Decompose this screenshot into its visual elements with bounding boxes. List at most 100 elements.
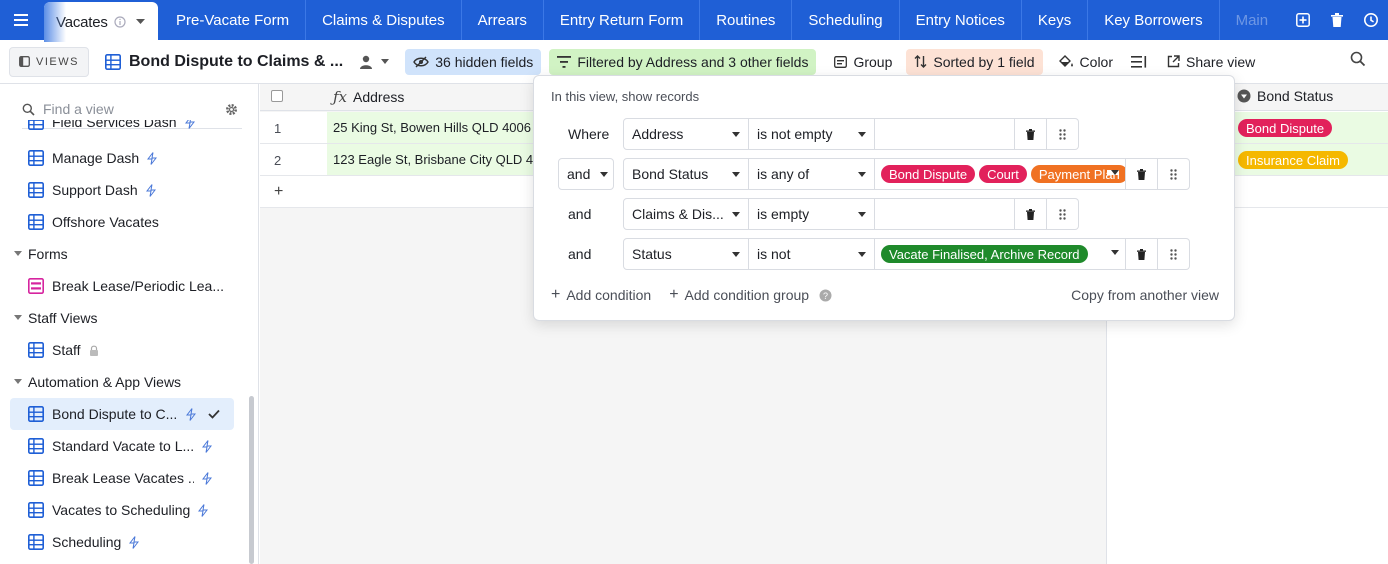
find-view-input[interactable]: Find a view xyxy=(43,101,217,117)
sidebar-item-support-dash[interactable]: Support Dash xyxy=(10,174,234,206)
sidebar-section-automation[interactable]: Automation & App Views xyxy=(14,366,181,398)
sidebar-item-label: Vacates to Scheduling xyxy=(52,502,191,518)
plus-icon: + xyxy=(551,286,561,303)
address-cell[interactable]: 25 King St, Bowen Hills QLD 4006 xyxy=(327,112,547,143)
view-name-button[interactable]: Bond Dispute to Claims & ... xyxy=(105,53,343,71)
trash-icon[interactable] xyxy=(1320,13,1354,27)
sidebar-item-label: Break Lease/Periodic Lea... xyxy=(52,278,224,294)
tab-overflow[interactable]: Main xyxy=(1220,0,1273,40)
value-input[interactable] xyxy=(875,198,1015,230)
column-header-address[interactable]: ƒx Address xyxy=(333,88,404,106)
grid-view-icon xyxy=(28,406,44,422)
field-select[interactable]: Claims & Dis... xyxy=(623,198,749,230)
find-view-search[interactable]: Find a view xyxy=(22,98,238,120)
sidebar-item-scheduling[interactable]: Scheduling xyxy=(10,526,234,558)
tab-key-borrowers[interactable]: Key Borrowers xyxy=(1088,0,1220,40)
info-icon[interactable] xyxy=(114,16,126,28)
delete-condition-button[interactable] xyxy=(1126,158,1158,190)
sort-button[interactable]: Sorted by 1 field xyxy=(906,48,1043,75)
column-header-bond-status[interactable]: Bond Status xyxy=(1237,88,1333,104)
grid-view-icon xyxy=(28,438,44,454)
color-button[interactable]: Color xyxy=(1051,49,1121,75)
drag-handle[interactable] xyxy=(1047,198,1079,230)
operator-select[interactable]: is empty xyxy=(749,198,875,230)
drag-handle[interactable] xyxy=(1047,118,1079,150)
sidebar-item-break-lease-vacates[interactable]: Break Lease Vacates ... xyxy=(10,462,234,494)
drag-handle-icon xyxy=(1059,128,1066,140)
hidden-eye-icon xyxy=(413,56,430,67)
lightning-icon xyxy=(147,151,158,165)
search-icon[interactable] xyxy=(1350,51,1366,67)
chevron-down-icon xyxy=(732,131,740,137)
add-table-icon[interactable] xyxy=(1286,13,1320,27)
filter-label: Filtered by Address and 3 other fields xyxy=(577,53,809,70)
sidebar-scrollbar[interactable] xyxy=(249,396,254,564)
add-condition-button[interactable]: + Add condition xyxy=(551,286,651,304)
chevron-down-icon[interactable] xyxy=(1107,170,1119,175)
operator-select[interactable]: is not xyxy=(749,238,875,270)
chevron-down-icon[interactable] xyxy=(1107,250,1119,255)
tab-vacates[interactable]: Vacates xyxy=(44,2,158,42)
sidebar-item-bond-dispute[interactable]: Bond Dispute to C... xyxy=(10,398,234,430)
drag-handle[interactable] xyxy=(1158,158,1190,190)
collaborator-view-button[interactable] xyxy=(359,55,390,69)
views-toggle-button[interactable]: VIEWS xyxy=(9,46,89,77)
sidebar-item-staff[interactable]: Staff xyxy=(10,334,234,366)
tab-entry-return-form[interactable]: Entry Return Form xyxy=(544,0,701,40)
menu-icon[interactable] xyxy=(0,0,44,40)
sidebar-section-forms[interactable]: Forms xyxy=(14,238,68,270)
address-cell[interactable]: 123 Eagle St, Brisbane City QLD 4000 xyxy=(327,144,547,175)
copy-from-view-button[interactable]: Copy from another view xyxy=(1071,287,1219,303)
filter-popover: In this view, show records Where Address… xyxy=(533,75,1235,321)
value-pill[interactable]: Bond Dispute xyxy=(881,165,976,183)
tab-routines[interactable]: Routines xyxy=(700,0,793,40)
sidebar-item-manage-dash[interactable]: Manage Dash xyxy=(10,142,234,174)
operator-select[interactable]: is not empty xyxy=(749,118,875,150)
value-multiselect[interactable]: Vacate Finalised, Archive Record xyxy=(875,238,1126,270)
sidebar-item-break-lease-form[interactable]: Break Lease/Periodic Lea... xyxy=(10,270,234,302)
conjunction-select[interactable]: and xyxy=(558,158,614,190)
value-pill[interactable]: Vacate Finalised, Archive Record xyxy=(881,245,1088,263)
delete-condition-button[interactable] xyxy=(1015,118,1047,150)
delete-condition-button[interactable] xyxy=(1015,198,1047,230)
sidebar-item-offshore-vacates[interactable]: Offshore Vacates xyxy=(10,206,234,238)
tab-pre-vacate-form[interactable]: Pre-Vacate Form xyxy=(160,0,307,40)
field-select[interactable]: Bond Status xyxy=(623,158,749,190)
tab-scheduling[interactable]: Scheduling xyxy=(792,0,900,40)
tab-arrears[interactable]: Arrears xyxy=(462,0,544,40)
sidebar-item-standard-vacate[interactable]: Standard Vacate to L... xyxy=(10,430,234,462)
add-condition-group-button[interactable]: + Add condition group ? xyxy=(669,286,832,304)
color-label: Color xyxy=(1079,53,1114,70)
value-input[interactable] xyxy=(875,118,1015,150)
hide-fields-button[interactable]: 36 hidden fields xyxy=(405,48,542,75)
share-view-button[interactable]: Share view xyxy=(1159,49,1263,75)
field-select[interactable]: Status xyxy=(623,238,749,270)
views-label: VIEWS xyxy=(36,55,79,68)
group-button[interactable]: Group xyxy=(826,49,900,75)
filter-footer: + Add condition + Add condition group ? … xyxy=(551,286,1219,304)
select-all-checkbox[interactable] xyxy=(271,90,283,102)
tab-keys[interactable]: Keys xyxy=(1022,0,1089,40)
sidebar-item-label: Manage Dash xyxy=(52,150,140,166)
help-icon[interactable]: ? xyxy=(819,289,832,302)
tab-entry-notices[interactable]: Entry Notices xyxy=(900,0,1022,40)
add-condition-label: Add condition xyxy=(566,287,652,303)
share-icon xyxy=(1167,55,1180,68)
grid-view-icon xyxy=(28,182,44,198)
delete-condition-button[interactable] xyxy=(1126,238,1158,270)
filter-button[interactable]: Filtered by Address and 3 other fields xyxy=(549,48,817,75)
drag-handle-icon xyxy=(1059,208,1066,220)
value-pill[interactable]: Court xyxy=(979,165,1027,183)
tab-claims-disputes[interactable]: Claims & Disputes xyxy=(306,0,462,40)
sidebar-item-vacates-to-scheduling[interactable]: Vacates to Scheduling xyxy=(10,494,234,526)
chevron-down-icon[interactable] xyxy=(135,19,145,25)
drag-handle[interactable] xyxy=(1158,238,1190,270)
field-select[interactable]: Address xyxy=(623,118,749,150)
sidebar-section-staff-views[interactable]: Staff Views xyxy=(14,302,98,334)
row-height-button[interactable] xyxy=(1123,49,1155,75)
value-multiselect[interactable]: Bond Dispute Court Payment Plan xyxy=(875,158,1126,190)
gear-icon[interactable] xyxy=(225,103,238,116)
operator-select[interactable]: is any of xyxy=(749,158,875,190)
history-icon[interactable] xyxy=(1354,12,1388,28)
conjunction-label: Where xyxy=(568,126,610,142)
